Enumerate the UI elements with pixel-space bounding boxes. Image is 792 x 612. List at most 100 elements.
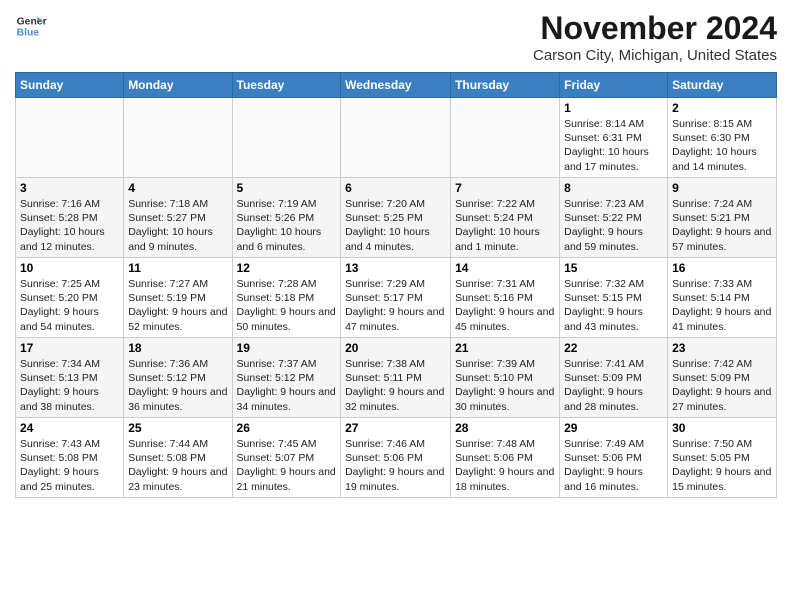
calendar-cell: 3Sunrise: 7:16 AM Sunset: 5:28 PM Daylig… [16,178,124,258]
day-info: Sunrise: 8:15 AM Sunset: 6:30 PM Dayligh… [672,117,772,174]
calendar-cell [124,98,232,178]
day-number: 29 [564,421,663,435]
day-info: Sunrise: 7:29 AM Sunset: 5:17 PM Dayligh… [345,277,446,334]
day-number: 17 [20,341,119,355]
weekday-header-saturday: Saturday [668,73,777,98]
calendar-cell [16,98,124,178]
week-row-2: 10Sunrise: 7:25 AM Sunset: 5:20 PM Dayli… [16,258,777,338]
day-number: 19 [237,341,337,355]
day-number: 16 [672,261,772,275]
day-number: 23 [672,341,772,355]
calendar-cell: 16Sunrise: 7:33 AM Sunset: 5:14 PM Dayli… [668,258,777,338]
weekday-header-tuesday: Tuesday [232,73,341,98]
calendar-cell: 11 Sunrise: 7:27 AM Sunset: 5:19 PM Dayli… [124,258,232,338]
logo-icon: General Blue [15,10,47,42]
day-number: 5 [237,181,337,195]
weekday-header-monday: Monday [124,73,232,98]
week-row-0: 1 Sunrise: 8:14 AM Sunset: 6:31 PM Daylig… [16,98,777,178]
week-row-1: 3Sunrise: 7:16 AM Sunset: 5:28 PM Daylig… [16,178,777,258]
week-row-4: 24Sunrise: 7:43 AM Sunset: 5:08 PM Dayli… [16,418,777,498]
day-info: Sunrise: 8:14 AM Sunset: 6:31 PM Dayligh… [564,117,663,174]
calendar-cell: 18 Sunrise: 7:36 AM Sunset: 5:12 PM Dayli… [124,338,232,418]
calendar-cell: 22 Sunrise: 7:41 AM Sunset: 5:09 PM Dayli… [560,338,668,418]
day-info: Sunrise: 7:41 AM Sunset: 5:09 PM Dayligh… [564,357,663,414]
day-number: 1 [564,101,663,115]
week-row-3: 17 Sunrise: 7:34 AM Sunset: 5:13 PM Dayli… [16,338,777,418]
day-info: Sunrise: 7:49 AM Sunset: 5:06 PM Dayligh… [564,437,663,494]
calendar-cell: 25 Sunrise: 7:44 AM Sunset: 5:08 PM Dayli… [124,418,232,498]
calendar-cell: 30Sunrise: 7:50 AM Sunset: 5:05 PM Dayli… [668,418,777,498]
calendar-cell: 2 Sunrise: 8:15 AM Sunset: 6:30 PM Daylig… [668,98,777,178]
day-info: Sunrise: 7:37 AM Sunset: 5:12 PM Dayligh… [237,357,337,414]
logo: General Blue [15,10,47,42]
day-number: 4 [128,181,227,195]
calendar-cell: 17 Sunrise: 7:34 AM Sunset: 5:13 PM Dayli… [16,338,124,418]
day-info: Sunrise: 7:45 AM Sunset: 5:07 PM Dayligh… [237,437,337,494]
calendar-cell: 6Sunrise: 7:20 AM Sunset: 5:25 PM Daylig… [341,178,451,258]
day-number: 15 [564,261,663,275]
day-number: 3 [20,181,119,195]
day-number: 21 [455,341,555,355]
weekday-header-sunday: Sunday [16,73,124,98]
day-info: Sunrise: 7:38 AM Sunset: 5:11 PM Dayligh… [345,357,446,414]
day-number: 7 [455,181,555,195]
day-number: 12 [237,261,337,275]
calendar-cell: 1 Sunrise: 8:14 AM Sunset: 6:31 PM Daylig… [560,98,668,178]
day-number: 26 [237,421,337,435]
calendar-cell: 29 Sunrise: 7:49 AM Sunset: 5:06 PM Dayli… [560,418,668,498]
calendar-table: SundayMondayTuesdayWednesdayThursdayFrid… [15,72,777,498]
day-info: Sunrise: 7:34 AM Sunset: 5:13 PM Dayligh… [20,357,119,414]
calendar-cell: 27Sunrise: 7:46 AM Sunset: 5:06 PM Dayli… [341,418,451,498]
day-info: Sunrise: 7:22 AM Sunset: 5:24 PM Dayligh… [455,197,555,254]
calendar-cell: 4Sunrise: 7:18 AM Sunset: 5:27 PM Daylig… [124,178,232,258]
day-number: 18 [128,341,227,355]
day-info: Sunrise: 7:23 AM Sunset: 5:22 PM Dayligh… [564,197,663,254]
day-number: 28 [455,421,555,435]
weekday-header-thursday: Thursday [451,73,560,98]
calendar-cell: 20 Sunrise: 7:38 AM Sunset: 5:11 PM Dayli… [341,338,451,418]
day-info: Sunrise: 7:44 AM Sunset: 5:08 PM Dayligh… [128,437,227,494]
calendar-cell: 8 Sunrise: 7:23 AM Sunset: 5:22 PM Daylig… [560,178,668,258]
calendar-cell: 19 Sunrise: 7:37 AM Sunset: 5:12 PM Dayli… [232,338,341,418]
calendar-cell [451,98,560,178]
day-number: 25 [128,421,227,435]
title-area: November 2024 Carson City, Michigan, Uni… [533,10,777,64]
day-info: Sunrise: 7:43 AM Sunset: 5:08 PM Dayligh… [20,437,119,494]
weekday-header-friday: Friday [560,73,668,98]
calendar-cell: 10Sunrise: 7:25 AM Sunset: 5:20 PM Dayli… [16,258,124,338]
day-info: Sunrise: 7:27 AM Sunset: 5:19 PM Dayligh… [128,277,227,334]
day-number: 27 [345,421,446,435]
svg-text:Blue: Blue [17,28,40,39]
calendar-cell: 21Sunrise: 7:39 AM Sunset: 5:10 PM Dayli… [451,338,560,418]
location: Carson City, Michigan, United States [533,47,777,64]
day-number: 30 [672,421,772,435]
day-info: Sunrise: 7:32 AM Sunset: 5:15 PM Dayligh… [564,277,663,334]
weekday-header-row: SundayMondayTuesdayWednesdayThursdayFrid… [16,73,777,98]
calendar-cell: 12 Sunrise: 7:28 AM Sunset: 5:18 PM Dayli… [232,258,341,338]
day-info: Sunrise: 7:24 AM Sunset: 5:21 PM Dayligh… [672,197,772,254]
day-number: 9 [672,181,772,195]
calendar-cell: 7 Sunrise: 7:22 AM Sunset: 5:24 PM Daylig… [451,178,560,258]
weekday-header-wednesday: Wednesday [341,73,451,98]
calendar-cell: 15 Sunrise: 7:32 AM Sunset: 5:15 PM Dayli… [560,258,668,338]
day-number: 8 [564,181,663,195]
calendar-cell: 24Sunrise: 7:43 AM Sunset: 5:08 PM Dayli… [16,418,124,498]
calendar-cell: 26 Sunrise: 7:45 AM Sunset: 5:07 PM Dayli… [232,418,341,498]
day-number: 11 [128,261,227,275]
calendar-cell: 28 Sunrise: 7:48 AM Sunset: 5:06 PM Dayli… [451,418,560,498]
month-title: November 2024 [533,10,777,47]
calendar-cell: 13 Sunrise: 7:29 AM Sunset: 5:17 PM Dayli… [341,258,451,338]
day-number: 13 [345,261,446,275]
day-number: 22 [564,341,663,355]
page-header: General Blue November 2024 Carson City, … [15,10,777,64]
day-info: Sunrise: 7:19 AM Sunset: 5:26 PM Dayligh… [237,197,337,254]
calendar-cell: 23Sunrise: 7:42 AM Sunset: 5:09 PM Dayli… [668,338,777,418]
calendar-cell [341,98,451,178]
day-number: 20 [345,341,446,355]
day-number: 14 [455,261,555,275]
day-info: Sunrise: 7:36 AM Sunset: 5:12 PM Dayligh… [128,357,227,414]
day-info: Sunrise: 7:48 AM Sunset: 5:06 PM Dayligh… [455,437,555,494]
calendar-cell: 5 Sunrise: 7:19 AM Sunset: 5:26 PM Daylig… [232,178,341,258]
day-number: 2 [672,101,772,115]
day-info: Sunrise: 7:28 AM Sunset: 5:18 PM Dayligh… [237,277,337,334]
